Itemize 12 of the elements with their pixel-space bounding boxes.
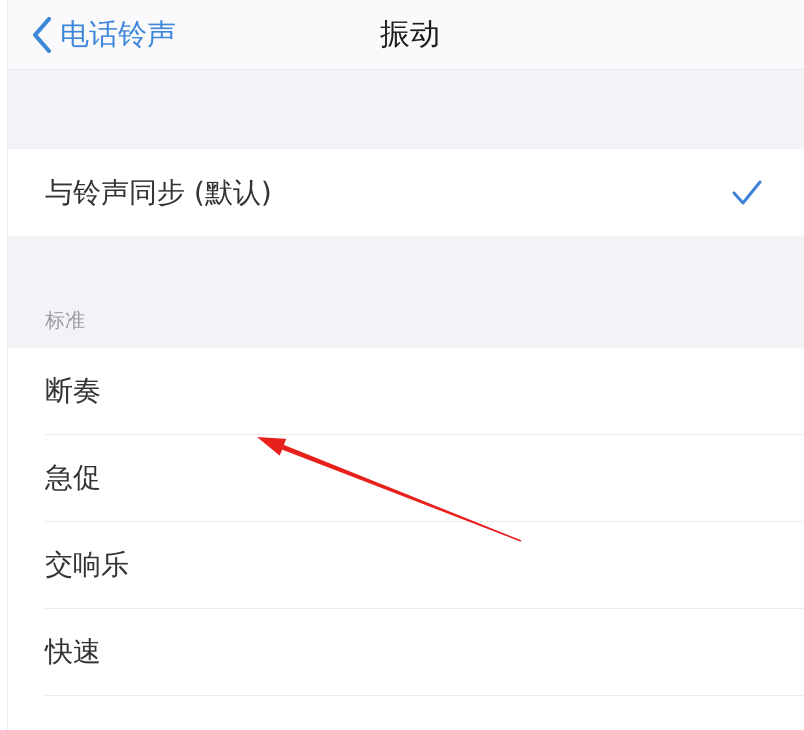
option-label: 交响乐 [45,547,129,583]
section-header: 标准 [45,307,85,334]
vibration-option-row[interactable]: 快速 [45,609,804,696]
vibration-option-row[interactable]: 与铃声同步 (默认) [45,149,804,236]
option-label: 快速 [45,634,101,670]
page-title: 振动 [379,16,440,54]
option-label: 断奏 [45,373,101,409]
option-label: 与铃声同步 (默认) [45,174,272,210]
back-button[interactable]: 电话铃声 [32,14,176,54]
vibration-option-row[interactable]: 断奏 [45,348,804,435]
option-label: 急促 [45,460,101,496]
back-chevron-icon [32,16,52,52]
